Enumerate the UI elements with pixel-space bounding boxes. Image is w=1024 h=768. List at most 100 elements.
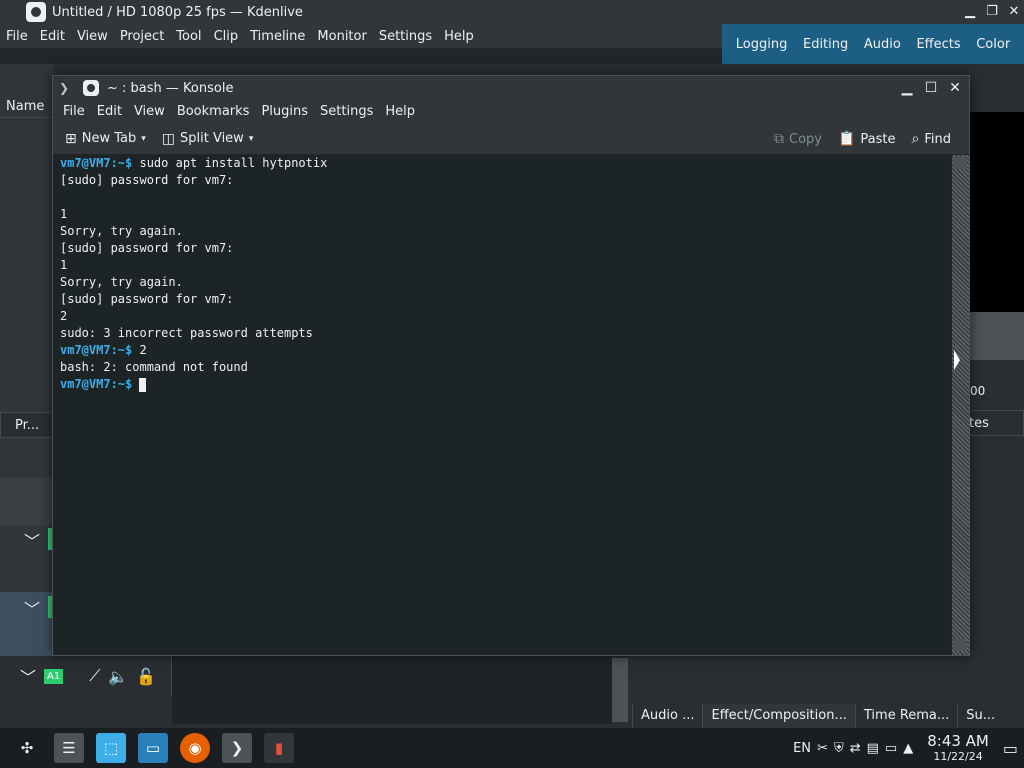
ko-menu-settings[interactable]: Settings [314, 104, 379, 119]
file-manager-icon[interactable]: ▭ [138, 733, 168, 763]
audio-track-collapse-icon[interactable]: ﹀ [20, 664, 36, 688]
kdenlive-task-icon[interactable]: ▮ [264, 733, 294, 763]
konsole-logo-icon [83, 80, 99, 96]
konsole-minimize-icon[interactable]: ▁ [897, 78, 917, 98]
terminal-line: bash: 2: command not found [60, 360, 248, 374]
timeline-area[interactable] [172, 656, 612, 724]
kd-menu-file[interactable]: File [0, 29, 34, 44]
find-button[interactable]: ⌕ Find [904, 131, 959, 147]
workspace-effects[interactable]: Effects [916, 37, 960, 52]
konsole-task-icon[interactable]: ❯ [222, 733, 252, 763]
new-tab-dropdown-icon[interactable]: ▾ [141, 134, 146, 144]
track-2-collapse-icon[interactable]: ﹀ [24, 596, 40, 620]
copy-label: Copy [789, 131, 822, 147]
terminal-line: 1 [60, 258, 68, 272]
right-panel-tab[interactable]: tes [968, 410, 1024, 436]
scrollbar-up-handle[interactable] [953, 157, 967, 169]
effects-wand-icon[interactable]: ⟋ [89, 666, 100, 686]
lock-icon[interactable]: 🔓 [136, 667, 156, 686]
workspace-color[interactable]: Color [976, 37, 1010, 52]
kd-menu-help[interactable]: Help [438, 29, 480, 44]
workspace-editing[interactable]: Editing [803, 37, 848, 52]
kd-menu-view[interactable]: View [71, 29, 114, 44]
new-tab-label: New Tab [81, 131, 137, 146]
kd-menu-tool[interactable]: Tool [170, 29, 207, 44]
clock-date: 11/22/24 [933, 750, 983, 763]
kd-menu-settings[interactable]: Settings [373, 29, 438, 44]
kdenlive-minimize-icon[interactable]: ▁ [960, 2, 980, 22]
ko-menu-help[interactable]: Help [379, 104, 421, 119]
tab-audio-mixer[interactable]: Audio ... [632, 704, 702, 728]
kd-menu-timeline[interactable]: Timeline [244, 29, 311, 44]
konsole-close-icon[interactable]: ✕ [945, 78, 965, 98]
new-tab-button[interactable]: ⊞ New Tab ▾ [57, 131, 154, 147]
tray-expand-icon[interactable]: ▲ [903, 741, 913, 756]
network-icon[interactable]: ⇄ [850, 741, 861, 756]
timeline-scrollbar[interactable] [612, 658, 628, 722]
konsole-toolbar: ⊞ New Tab ▾ ◫ Split View ▾ ⧉ Copy 📋 Past… [53, 123, 969, 155]
ko-menu-plugins[interactable]: Plugins [255, 104, 314, 119]
search-icon: ⌕ [911, 131, 920, 147]
find-label: Find [924, 131, 951, 147]
ko-menu-bookmarks[interactable]: Bookmarks [171, 104, 256, 119]
vault-icon[interactable]: ⛨ [834, 741, 844, 756]
workspace-logging[interactable]: Logging [736, 37, 788, 52]
copy-icon: ⧉ [774, 131, 784, 147]
ko-menu-edit[interactable]: Edit [91, 104, 128, 119]
kd-menu-project[interactable]: Project [114, 29, 170, 44]
scissors-icon[interactable]: ✂ [817, 741, 828, 756]
bin-name-column-header[interactable]: Name [0, 96, 54, 118]
paste-button[interactable]: 📋 Paste [830, 131, 904, 147]
track-1-collapse-icon[interactable]: ﹀ [24, 528, 40, 552]
kd-menu-monitor[interactable]: Monitor [311, 29, 372, 44]
clock-time: 8:43 AM [927, 732, 989, 750]
kdenlive-maximize-icon[interactable]: ❐ [982, 2, 1002, 22]
copy-button[interactable]: ⧉ Copy [766, 131, 830, 147]
project-bin-tab[interactable]: Pr... [0, 412, 54, 438]
terminal-cursor [139, 377, 147, 392]
audio-track-label[interactable]: A1 [44, 668, 64, 684]
konsole-maximize-icon[interactable]: ☐ [921, 78, 941, 98]
ko-menu-file[interactable]: File [57, 104, 91, 119]
paste-icon: 📋 [837, 131, 856, 147]
taskbar: ✣ ☰ ⬚ ▭ ◉ ❯ ▮ EN ✂ ⛨ ⇄ ▤ ▭ ▲ 8:43 AM 11/… [0, 728, 1024, 768]
firefox-icon[interactable]: ◉ [180, 733, 210, 763]
kd-menu-edit[interactable]: Edit [34, 29, 71, 44]
monitor-display [968, 112, 1024, 312]
kd-menu-clip[interactable]: Clip [208, 29, 245, 44]
paste-label: Paste [860, 131, 896, 147]
terminal-line: vm7@VM7:~$ sudo apt install hytpnotix [60, 156, 328, 170]
clipboard-icon[interactable]: ▤ [867, 741, 879, 756]
terminal-scrollbar[interactable] [951, 155, 969, 655]
terminal-line: [sudo] password for vm7: [60, 173, 234, 187]
ko-menu-view[interactable]: View [128, 104, 171, 119]
split-view-button[interactable]: ◫ Split View ▾ [154, 131, 262, 147]
kdenlive-close-icon[interactable]: ✕ [1004, 2, 1024, 22]
kdenlive-window-title: Untitled / HD 1080p 25 fps — Kdenlive [52, 4, 303, 20]
terminal-line: [sudo] password for vm7: [60, 241, 234, 255]
app-launcher-icon[interactable]: ✣ [12, 733, 42, 763]
split-view-label: Split View [180, 131, 244, 146]
show-desktop-icon[interactable]: ▭ [1003, 739, 1018, 758]
display-icon[interactable]: ▭ [885, 741, 897, 756]
tab-subtitles[interactable]: Su... [957, 704, 1003, 728]
tab-time-remap[interactable]: Time Rema... [854, 704, 957, 728]
terminal-output[interactable]: vm7@VM7:~$ sudo apt install hytpnotix [s… [53, 155, 951, 655]
timeline-track-header-1[interactable] [0, 478, 54, 526]
settings-app-icon[interactable]: ☰ [54, 733, 84, 763]
speaker-icon[interactable]: 🔈 [108, 667, 128, 686]
clock[interactable]: 8:43 AM 11/22/24 [927, 732, 989, 764]
keyboard-layout-indicator[interactable]: EN [793, 741, 811, 756]
scrollbar-down-handle[interactable] [953, 639, 967, 651]
split-view-dropdown-icon[interactable]: ▾ [249, 134, 254, 144]
konsole-menu-chevron-icon[interactable]: ❯ [59, 81, 75, 95]
timecode-field[interactable]: 00 [968, 384, 1024, 404]
kdenlive-logo-icon [26, 2, 46, 22]
new-tab-icon: ⊞ [65, 130, 77, 147]
tab-effect-composition[interactable]: Effect/Composition... [702, 704, 855, 728]
workspace-audio[interactable]: Audio [864, 37, 901, 52]
kdenlive-titlebar: Untitled / HD 1080p 25 fps — Kdenlive ▁ … [0, 0, 1024, 24]
konsole-window: ❯ ~ : bash — Konsole ▁ ☐ ✕ File Edit Vie… [52, 75, 970, 656]
discover-app-icon[interactable]: ⬚ [96, 733, 126, 763]
